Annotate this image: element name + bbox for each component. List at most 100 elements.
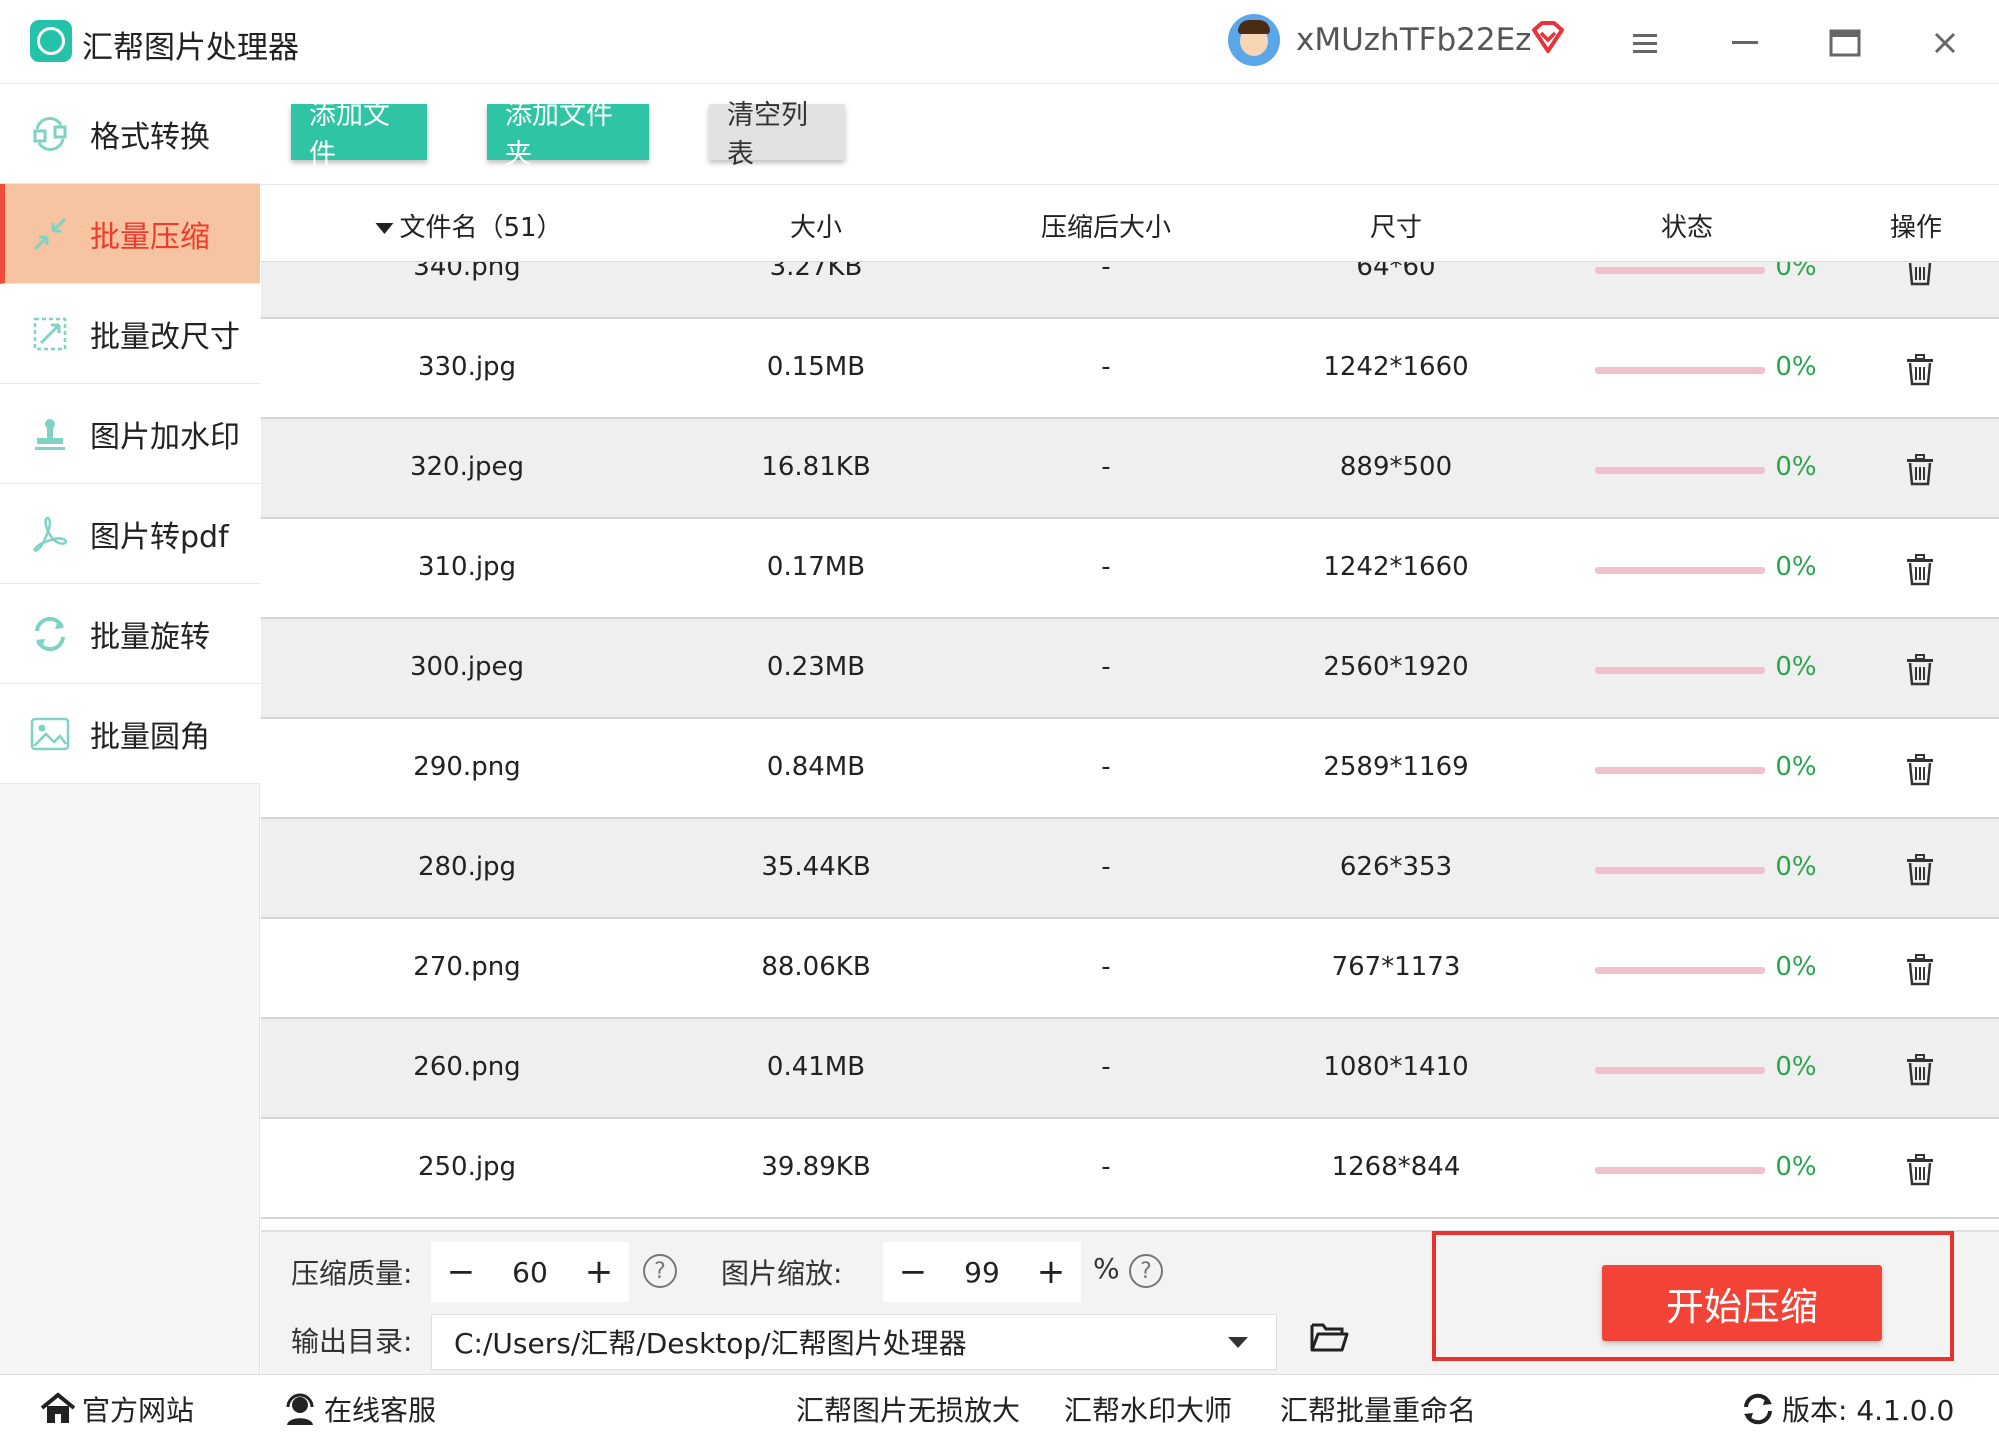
progress-bar xyxy=(1595,867,1765,874)
progress-bar xyxy=(1595,367,1765,374)
sidebar-item-label: 批量改尺寸 xyxy=(90,319,240,355)
col-actions: 操作 xyxy=(1889,213,1943,243)
cell-filename: 250.jpg xyxy=(417,1152,517,1182)
trash-icon[interactable] xyxy=(1905,1054,1935,1086)
sidebar-item-format-convert[interactable]: 格式转换 xyxy=(0,84,260,184)
cell-dimensions: 2560*1920 xyxy=(1323,652,1469,682)
folder-open-icon[interactable] xyxy=(1309,1320,1349,1354)
table-row[interactable]: 310.jpg 0.17MB - 1242*1660 0% xyxy=(261,519,1999,619)
cell-filename: 310.jpg xyxy=(417,552,517,582)
cell-filename: 270.png xyxy=(413,952,521,982)
sidebar-item-to-pdf[interactable]: 图片转pdf xyxy=(0,484,260,584)
avatar[interactable] xyxy=(1228,14,1280,66)
trash-icon[interactable] xyxy=(1905,754,1935,786)
cell-dimensions: 64*60 xyxy=(1356,262,1436,282)
cell-compressed-size: - xyxy=(1101,452,1111,482)
cell-size: 0.41MB xyxy=(766,1052,866,1082)
cell-filename: 290.png xyxy=(413,752,521,782)
trash-icon[interactable] xyxy=(1905,454,1935,486)
output-path-value: C:/Users/汇帮/Desktop/汇帮图片处理器 xyxy=(454,1327,967,1360)
scale-input[interactable]: 99 xyxy=(943,1256,1021,1289)
footer-link-rename[interactable]: 汇帮批量重命名 xyxy=(1280,1389,1476,1429)
quality-plus-button[interactable]: + xyxy=(569,1252,629,1292)
pdf-icon xyxy=(30,514,70,554)
trash-icon[interactable] xyxy=(1905,354,1935,386)
table-row[interactable]: 320.jpeg 16.81KB - 889*500 0% xyxy=(261,419,1999,519)
table-row[interactable]: 250.jpg 39.89KB - 1268*844 0% xyxy=(261,1119,1999,1219)
trash-icon[interactable] xyxy=(1905,654,1935,686)
cell-filename: 320.jpeg xyxy=(409,452,525,482)
cell-size: 35.44KB xyxy=(761,852,871,882)
cell-compressed-size: - xyxy=(1101,652,1111,682)
sidebar-item-label: 图片加水印 xyxy=(90,419,240,455)
sidebar: 格式转换 批量压缩 批量改尺寸 图片加水印 图片转pdf 批量旋转 批量圆角 xyxy=(0,84,260,1374)
col-dimensions: 尺寸 xyxy=(1369,213,1423,243)
chevron-down-icon[interactable] xyxy=(1228,1337,1248,1348)
compress-icon xyxy=(30,214,70,254)
sort-caret-icon xyxy=(375,223,394,234)
trash-icon[interactable] xyxy=(1905,554,1935,586)
clear-list-button[interactable]: 清空列表 xyxy=(709,100,845,170)
progress-percent: 0% xyxy=(1775,652,1817,682)
watermark-icon xyxy=(30,414,70,454)
trash-icon[interactable] xyxy=(1905,854,1935,886)
minimize-icon[interactable] xyxy=(1720,18,1770,68)
start-compress-button[interactable]: 开始压缩 xyxy=(1602,1265,1882,1341)
col-filename[interactable]: 文件名（51） xyxy=(375,207,563,244)
add-folder-button[interactable]: 添加文件夹 xyxy=(487,100,649,170)
sidebar-item-label: 批量压缩 xyxy=(90,219,210,255)
sidebar-item-label: 图片转pdf xyxy=(90,519,229,555)
progress-bar xyxy=(1595,967,1765,974)
sidebar-item-batch-compress[interactable]: 批量压缩 xyxy=(0,184,260,284)
app-title: 汇帮图片处理器 xyxy=(82,30,299,66)
trash-icon[interactable] xyxy=(1905,954,1935,986)
add-file-button[interactable]: 添加文件 xyxy=(291,100,427,170)
version-info[interactable]: 版本: 4.1.0.0 xyxy=(1740,1389,1954,1429)
col-status: 状态 xyxy=(1660,213,1714,243)
resize-icon xyxy=(30,314,70,354)
cell-compressed-size: - xyxy=(1101,1152,1111,1182)
progress-percent: 0% xyxy=(1775,952,1817,982)
official-website-link[interactable]: 官方网站 xyxy=(40,1389,194,1429)
cell-size: 0.23MB xyxy=(766,652,866,682)
scale-help-icon[interactable]: ? xyxy=(1129,1254,1163,1288)
table-row[interactable]: 260.png 0.41MB - 1080*1410 0% xyxy=(261,1019,1999,1119)
output-label: 输出目录: xyxy=(291,1325,413,1358)
close-icon[interactable] xyxy=(1920,18,1970,68)
sidebar-item-rounded-corner[interactable]: 批量圆角 xyxy=(0,684,260,784)
table-row[interactable]: 330.jpg 0.15MB - 1242*1660 0% xyxy=(261,319,1999,419)
quality-help-icon[interactable]: ? xyxy=(643,1254,677,1288)
footer-link-upscale[interactable]: 汇帮图片无损放大 xyxy=(796,1389,1020,1429)
online-support-link[interactable]: 在线客服 xyxy=(282,1389,436,1429)
cell-dimensions: 1242*1660 xyxy=(1323,352,1469,382)
cell-size: 0.17MB xyxy=(766,552,866,582)
sidebar-item-label: 批量圆角 xyxy=(90,719,210,755)
progress-percent: 0% xyxy=(1775,552,1817,582)
scale-plus-button[interactable]: + xyxy=(1021,1252,1081,1292)
file-table: 340.png 3.27KB - 64*60 0% 330.jpg 0.15MB - 1242*… xyxy=(261,262,1999,1230)
scale-minus-button[interactable]: − xyxy=(883,1252,943,1292)
table-row[interactable]: 270.png 88.06KB - 767*1173 0% xyxy=(261,919,1999,1019)
quality-minus-button[interactable]: − xyxy=(431,1252,491,1292)
vip-diamond-icon[interactable] xyxy=(1530,20,1566,54)
sidebar-item-batch-resize[interactable]: 批量改尺寸 xyxy=(0,284,260,384)
trash-icon[interactable] xyxy=(1905,1154,1935,1186)
table-row[interactable]: 280.jpg 35.44KB - 626*353 0% xyxy=(261,819,1999,919)
table-row[interactable]: 340.png 3.27KB - 64*60 0% xyxy=(261,262,1999,319)
cell-filename: 260.png xyxy=(413,1052,521,1082)
maximize-icon[interactable] xyxy=(1820,18,1870,68)
cell-size: 3.27KB xyxy=(769,262,863,282)
trash-icon[interactable] xyxy=(1905,262,1935,286)
footer-link-watermark[interactable]: 汇帮水印大师 xyxy=(1064,1389,1232,1429)
username[interactable]: xMUzhTFb22Ez xyxy=(1296,22,1531,58)
table-row[interactable]: 300.jpeg 0.23MB - 2560*1920 0% xyxy=(261,619,1999,719)
menu-icon[interactable] xyxy=(1620,18,1670,68)
sidebar-item-batch-rotate[interactable]: 批量旋转 xyxy=(0,584,260,684)
quality-input[interactable]: 60 xyxy=(491,1256,569,1289)
cell-compressed-size: - xyxy=(1101,852,1111,882)
sidebar-item-watermark[interactable]: 图片加水印 xyxy=(0,384,260,484)
output-path-select[interactable]: C:/Users/汇帮/Desktop/汇帮图片处理器 xyxy=(431,1314,1277,1370)
footer: 官方网站 在线客服 汇帮图片无损放大 汇帮水印大师 汇帮批量重命名 版本: 4.… xyxy=(0,1374,1999,1439)
table-row[interactable]: 290.png 0.84MB - 2589*1169 0% xyxy=(261,719,1999,819)
sidebar-item-label: 格式转换 xyxy=(90,119,210,155)
